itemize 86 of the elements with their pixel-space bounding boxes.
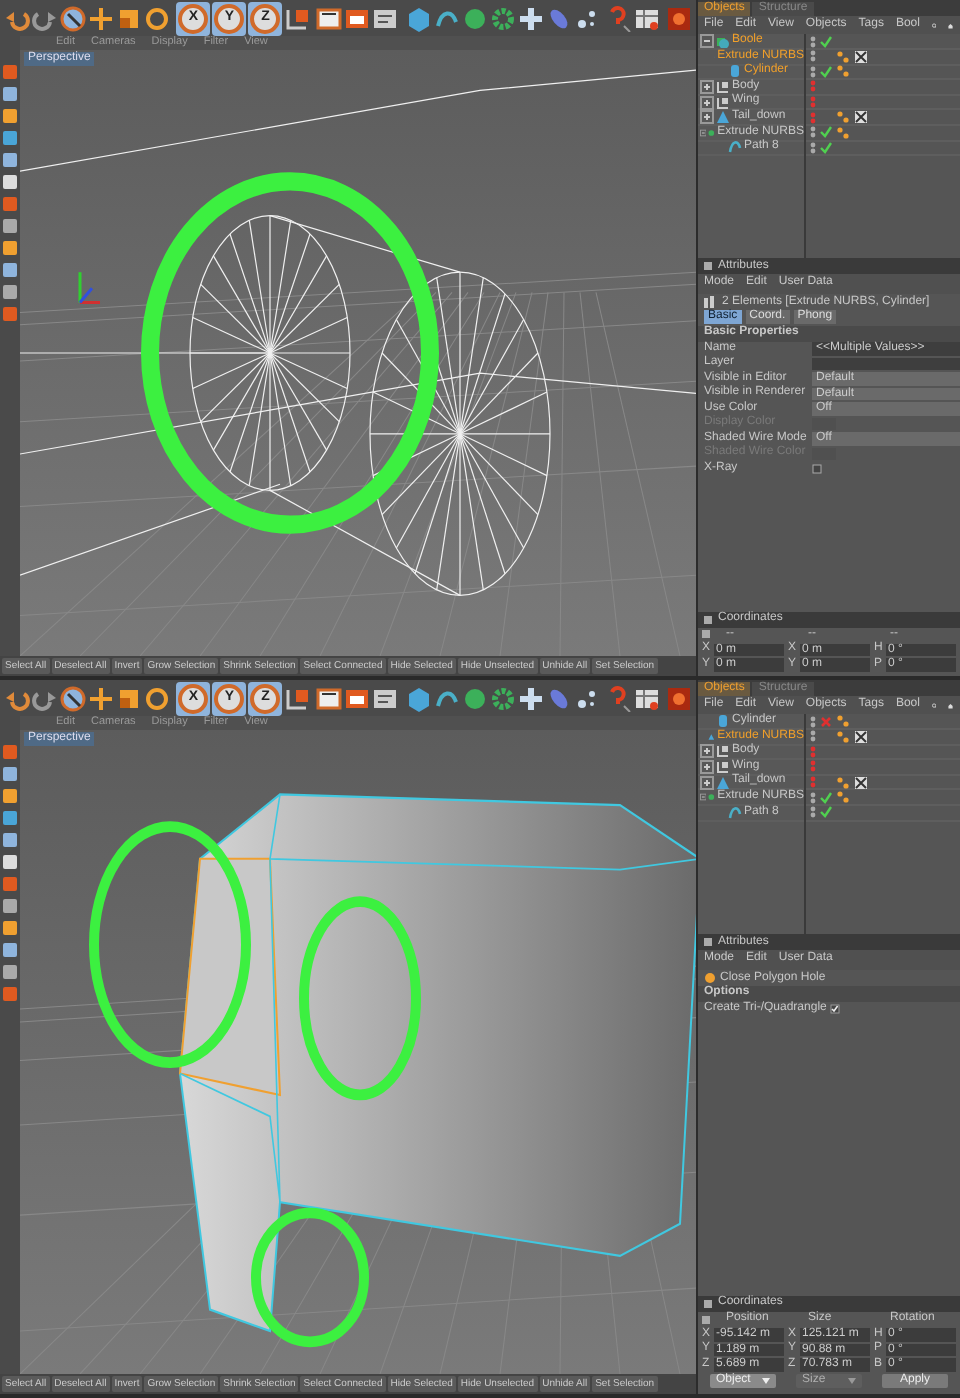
selection-tag-icon[interactable] [854,110,868,125]
sparkle-icon[interactable] [573,5,600,31]
scale-icon[interactable] [116,5,142,31]
rotate-icon[interactable] [144,5,170,31]
visibility-dots-icon[interactable] [810,715,816,728]
spline-icon[interactable] [433,685,460,711]
elements-icon [704,296,718,309]
visibility-dots-icon[interactable] [810,730,816,743]
check-icon[interactable] [820,65,832,78]
tool-icon [704,972,716,985]
cube-icon[interactable] [405,5,432,31]
visibility-dots-icon[interactable] [810,776,816,789]
scale-icon[interactable] [116,685,142,711]
phong-tag-icon[interactable] [836,729,850,744]
check-icon[interactable] [820,126,832,139]
selection-tag-icon[interactable] [854,49,868,64]
expand-toggle-icon[interactable] [700,79,714,94]
check-icon[interactable] [820,791,832,804]
selection-tag-icon[interactable] [854,729,868,744]
phong-tag-icon[interactable] [836,714,850,729]
visibility-dots-icon[interactable] [810,141,816,154]
check-icon[interactable] [820,35,832,48]
coordinate-system-icon[interactable] [284,685,311,711]
gear-icon[interactable] [489,685,516,711]
gear-icon[interactable] [489,5,516,31]
text-field[interactable] [812,357,960,371]
grid-icon[interactable] [633,5,660,31]
checkbox[interactable] [812,463,822,474]
visibility-dots-icon[interactable] [810,806,816,819]
visibility-dots-icon[interactable] [810,35,816,48]
collapse-toggle-icon[interactable] [700,125,707,140]
phong-tag-icon[interactable] [836,125,850,140]
phong-tag-icon[interactable] [836,110,850,125]
expand-toggle-icon[interactable] [700,110,714,125]
visibility-dots-icon[interactable] [810,96,816,109]
render-icon[interactable] [316,685,343,711]
visibility-dots-icon[interactable] [810,65,816,78]
check-icon[interactable] [820,806,832,819]
visibility-dots-icon[interactable] [810,80,816,93]
visibility-dots-icon[interactable] [810,791,816,804]
pointer-icon[interactable] [60,5,86,31]
spline-icon[interactable] [433,5,460,31]
expand-toggle-icon[interactable] [700,95,714,110]
visibility-dots-icon[interactable] [810,111,816,124]
expand-toggle-icon[interactable] [700,744,714,759]
color-swatch [812,417,836,431]
rotate-icon[interactable] [144,685,170,711]
boole-icon [716,34,730,49]
sphere-icon[interactable] [461,685,488,711]
phong-tag-icon[interactable] [836,775,850,790]
coordinate-system-icon[interactable] [284,5,311,31]
move-icon[interactable] [88,5,114,31]
visibility-dots-icon[interactable] [810,126,816,139]
collapse-toggle-icon[interactable] [700,34,714,49]
pointer-icon[interactable] [60,685,86,711]
phong-tag-icon[interactable] [836,49,850,64]
visibility-dots-icon[interactable] [810,50,816,63]
extrude-icon [708,729,716,744]
sparkle-icon[interactable] [573,685,600,711]
collapse-toggle-icon[interactable] [700,790,707,805]
cube-icon[interactable] [405,685,432,711]
check-icon[interactable] [820,141,832,154]
visibility-dots-icon[interactable] [810,760,816,773]
cylinder-icon [716,714,730,729]
expand-toggle-icon[interactable] [700,775,714,790]
move-icon[interactable] [88,685,114,711]
spline-icon [728,140,742,155]
caret-icon [762,1378,770,1384]
caret-icon [848,1378,856,1384]
phong-tag-icon[interactable] [836,64,850,79]
render-view-icon[interactable] [344,685,371,711]
sphere-icon[interactable] [461,5,488,31]
render-settings-icon[interactable] [372,685,399,711]
render-view-icon[interactable] [344,5,371,31]
selection-tag-icon[interactable] [854,775,868,790]
color-swatch [812,447,836,461]
axis-gizmo-icon [78,272,100,304]
grid-icon[interactable] [633,685,660,711]
spline-icon [728,805,742,820]
visibility-dots-icon[interactable] [810,745,816,758]
render-settings-icon[interactable] [372,5,399,31]
render-icon[interactable] [316,5,343,31]
cylinder-icon [728,64,742,79]
phong-tag-icon[interactable] [836,790,850,805]
checkbox[interactable] [830,1004,841,1015]
expand-toggle-icon[interactable] [700,759,714,774]
